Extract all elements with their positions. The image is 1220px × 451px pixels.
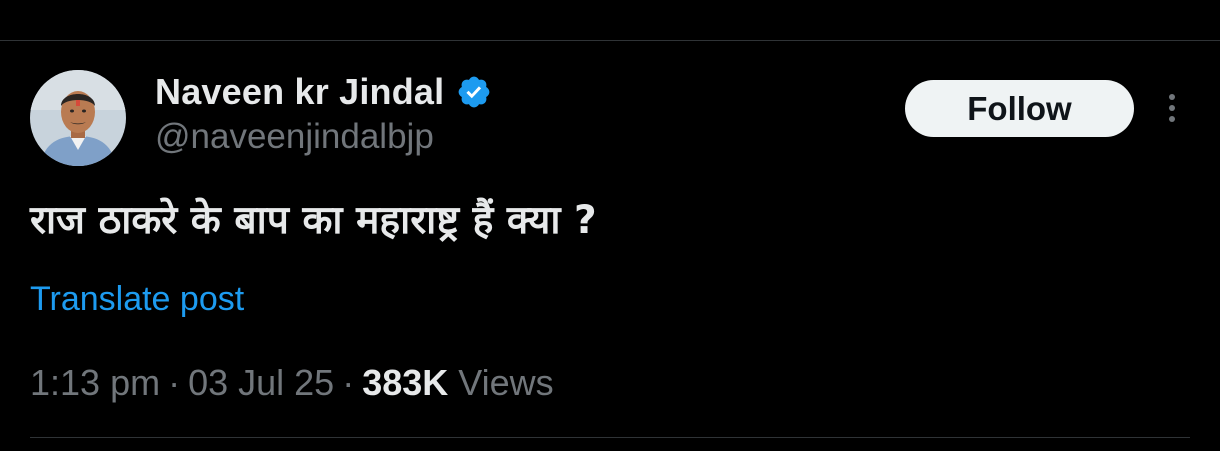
bottom-divider (30, 437, 1190, 438)
verified-badge-icon[interactable] (456, 74, 492, 110)
views-count[interactable]: 383K (362, 362, 448, 404)
tweet-date[interactable]: 03 Jul 25 (188, 362, 334, 404)
tweet-meta: 1:13 pm · 03 Jul 25 · 383K Views (30, 362, 554, 404)
translate-post-link[interactable]: Translate post (30, 280, 244, 319)
views-label[interactable]: Views (458, 362, 553, 404)
meta-separator: · (168, 362, 181, 403)
profile-photo-icon (30, 70, 126, 166)
more-vertical-icon (1169, 94, 1175, 122)
follow-button[interactable]: Follow (905, 80, 1134, 137)
author-display-name[interactable]: Naveen kr Jindal (155, 71, 444, 113)
top-divider (0, 40, 1220, 41)
more-options-button[interactable] (1150, 86, 1194, 130)
author-handle[interactable]: @naveenjindalbjp (155, 117, 434, 157)
tweet-time[interactable]: 1:13 pm (30, 362, 160, 404)
meta-separator: · (342, 362, 355, 403)
author-name-row[interactable]: Naveen kr Jindal (155, 70, 492, 114)
avatar[interactable] (30, 70, 126, 166)
tweet-text: राज ठाकरे के बाप का महाराष्ट्र हैं क्या … (30, 198, 597, 243)
